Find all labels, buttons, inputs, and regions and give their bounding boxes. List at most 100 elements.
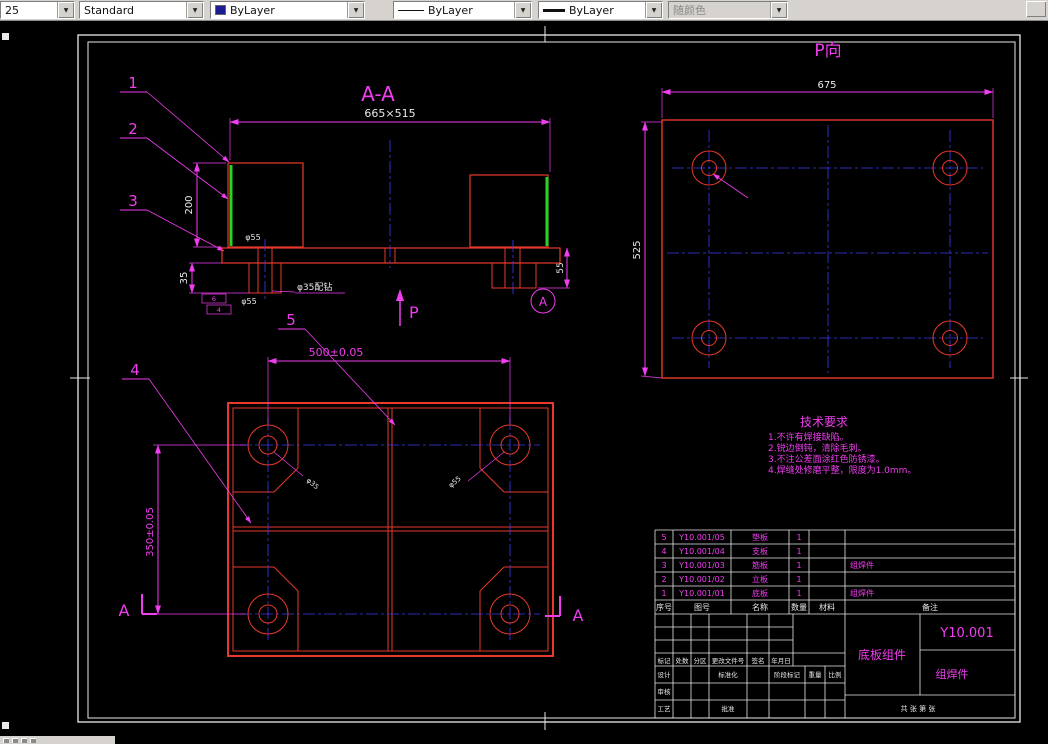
hole-callout-left: φ35 [305, 476, 321, 491]
section-title: A-A [361, 82, 395, 106]
bom-row: 5 Y10.001/05 垫板 1 [661, 532, 801, 542]
section-mark-left: A [119, 601, 130, 620]
bom-note: 组焊件 [850, 560, 874, 570]
weld-note-a: 6 [212, 295, 216, 303]
bom-code: Y10.001/02 [678, 575, 725, 584]
color-swatch [215, 5, 226, 15]
tb-drawing-no: Y10.001 [939, 626, 993, 641]
tech-req-line: 2.锐边倒钝，清除毛刺。 [768, 442, 867, 454]
bom-row: 1 Y10.001/01 底板 1 组焊件 [661, 588, 874, 598]
chevron-down-icon[interactable]: ▼ [645, 2, 662, 18]
text-style-value: Standard [84, 3, 135, 17]
lineweight-value: ByLayer [569, 3, 614, 17]
p-dim-height: 525 [632, 240, 643, 259]
tb-process-label: 工艺 [658, 705, 672, 713]
balloon-4: 4 [130, 361, 140, 379]
bom-name: 垫板 [752, 532, 768, 542]
status-icon [3, 737, 9, 743]
frame-mark [2, 33, 9, 40]
detail-mark: A [539, 295, 548, 309]
bom-code: Y10.001/03 [678, 561, 725, 570]
bom-qty: 1 [796, 561, 801, 570]
bom-header-code: 图号 [694, 603, 710, 612]
tech-requirements: 技术要求 1.不许有焊接缺陷。 2.锐边倒钝，清除毛刺。 3.不注公差面涂红色防… [768, 415, 916, 476]
tb-category: 组焊件 [936, 667, 969, 681]
linetype-combo[interactable]: ByLayer ▼ [393, 1, 532, 19]
bom-qty: 1 [796, 547, 801, 556]
color-combo[interactable]: ByLayer ▼ [210, 1, 365, 19]
tech-req-line: 1.不许有焊接缺陷。 [768, 431, 849, 443]
bom-no: 5 [661, 533, 666, 542]
tb-rev-count: 处数 [676, 656, 690, 665]
chevron-down-icon[interactable]: ▼ [186, 2, 203, 18]
bom-header-material: 材料 [819, 602, 835, 612]
balloon-3: 3 [128, 192, 138, 210]
toolbar-button[interactable] [1026, 1, 1046, 17]
plotstyle-value: 随颜色 [673, 4, 706, 17]
tb-rev-sign: 签名 [752, 656, 765, 665]
bom-no: 1 [661, 589, 666, 598]
bom-row: 3 Y10.001/03 筋板 1 组焊件 [661, 560, 874, 570]
bom-name: 支板 [752, 546, 768, 556]
tb-part-name: 底板组件 [858, 647, 906, 662]
tb-audit-label: 审核 [658, 687, 672, 696]
plan-view: φ35 φ55 500±0.05 350±0.05 4 5 A A [119, 311, 584, 657]
bom-header-no: 序号 [656, 602, 672, 612]
layer-value: 25 [5, 3, 19, 17]
dia-lower: φ55 [241, 297, 256, 306]
p-view-title: P向 [814, 41, 841, 61]
chevron-down-icon[interactable]: ▼ [347, 2, 364, 18]
chevron-down-icon[interactable]: ▼ [514, 2, 531, 18]
tb-standardize-label: 标准化 [718, 670, 738, 679]
balloon-5: 5 [286, 311, 296, 329]
bom-code: Y10.001/04 [678, 547, 725, 556]
tb-rev-docno: 更改文件号 [712, 656, 745, 665]
dim-right: 55 [556, 262, 566, 273]
bom-header-name: 名称 [752, 602, 768, 612]
dim-top: 665×515 [364, 107, 415, 120]
tb-stage-label: 阶段标记 [774, 670, 801, 679]
tb-scale-label: 比例 [829, 670, 842, 679]
bom-row: 2 Y10.001/02 立板 1 [661, 574, 801, 584]
dim-bottom: 35 [179, 272, 190, 285]
status-icon [21, 737, 27, 743]
hole-note: φ35配钻 [297, 281, 332, 293]
tech-req-line: 4.焊缝处修磨平整，限度为1.0mm。 [768, 464, 916, 476]
tb-approve-label: 批准 [722, 704, 736, 713]
color-value: ByLayer [230, 3, 275, 17]
tb-design-label: 设计 [658, 670, 672, 679]
properties-toolbar: 25 ▼ Standard ▼ ByLayer ▼ ByLayer ▼ ByLa… [0, 0, 1048, 21]
tb-rev-mark: 标记 [658, 656, 672, 665]
layer-combo[interactable]: 25 ▼ [0, 1, 75, 19]
p-arrowhead [396, 289, 404, 301]
chevron-down-icon[interactable]: ▼ [57, 2, 74, 18]
balloon-2: 2 [128, 120, 138, 138]
dim-height: 200 [184, 195, 195, 214]
bom-row: 4 Y10.001/04 支板 1 [661, 546, 801, 556]
text-style-combo[interactable]: Standard ▼ [79, 1, 204, 19]
bom-header: 序号 图号 名称 数量 材料 备注 [656, 602, 938, 612]
bom-no: 2 [661, 575, 666, 584]
bom-no: 3 [661, 561, 666, 570]
p-direction-view: P向 675 525 [632, 41, 994, 379]
bom-qty: 1 [796, 575, 801, 584]
hole-callout-right: φ55 [447, 475, 463, 490]
tech-req-line: 3.不注公差面涂红色防锈漆。 [768, 453, 885, 465]
plan-dim-height: 350±0.05 [145, 507, 156, 557]
p-dim-width: 675 [817, 80, 836, 91]
cad-window: 25 ▼ Standard ▼ ByLayer ▼ ByLayer ▼ ByLa… [0, 0, 1048, 744]
bom-code: Y10.001/05 [678, 533, 725, 542]
drawing-canvas[interactable]: A-A 665×515 1 2 3 200 35 55 φ55 φ55 φ35配… [0, 0, 1048, 744]
bom-no: 4 [661, 547, 666, 556]
bom-name: 筋板 [752, 560, 768, 570]
bom-name: 底板 [752, 588, 768, 598]
linetype-glyph [398, 9, 424, 11]
dia-upper: φ55 [245, 233, 260, 242]
weld-note-b: 4 [217, 306, 221, 314]
lineweight-combo[interactable]: ByLayer ▼ [538, 1, 663, 19]
status-icon [30, 737, 36, 743]
balloon-1: 1 [128, 74, 138, 92]
status-icon [12, 737, 18, 743]
title-block: 标记 处数 分区 更改文件号 签名 年月日 设计 标准化 审核 工艺 批准 阶段… [654, 614, 1015, 718]
tb-rev-zone: 分区 [694, 656, 708, 665]
